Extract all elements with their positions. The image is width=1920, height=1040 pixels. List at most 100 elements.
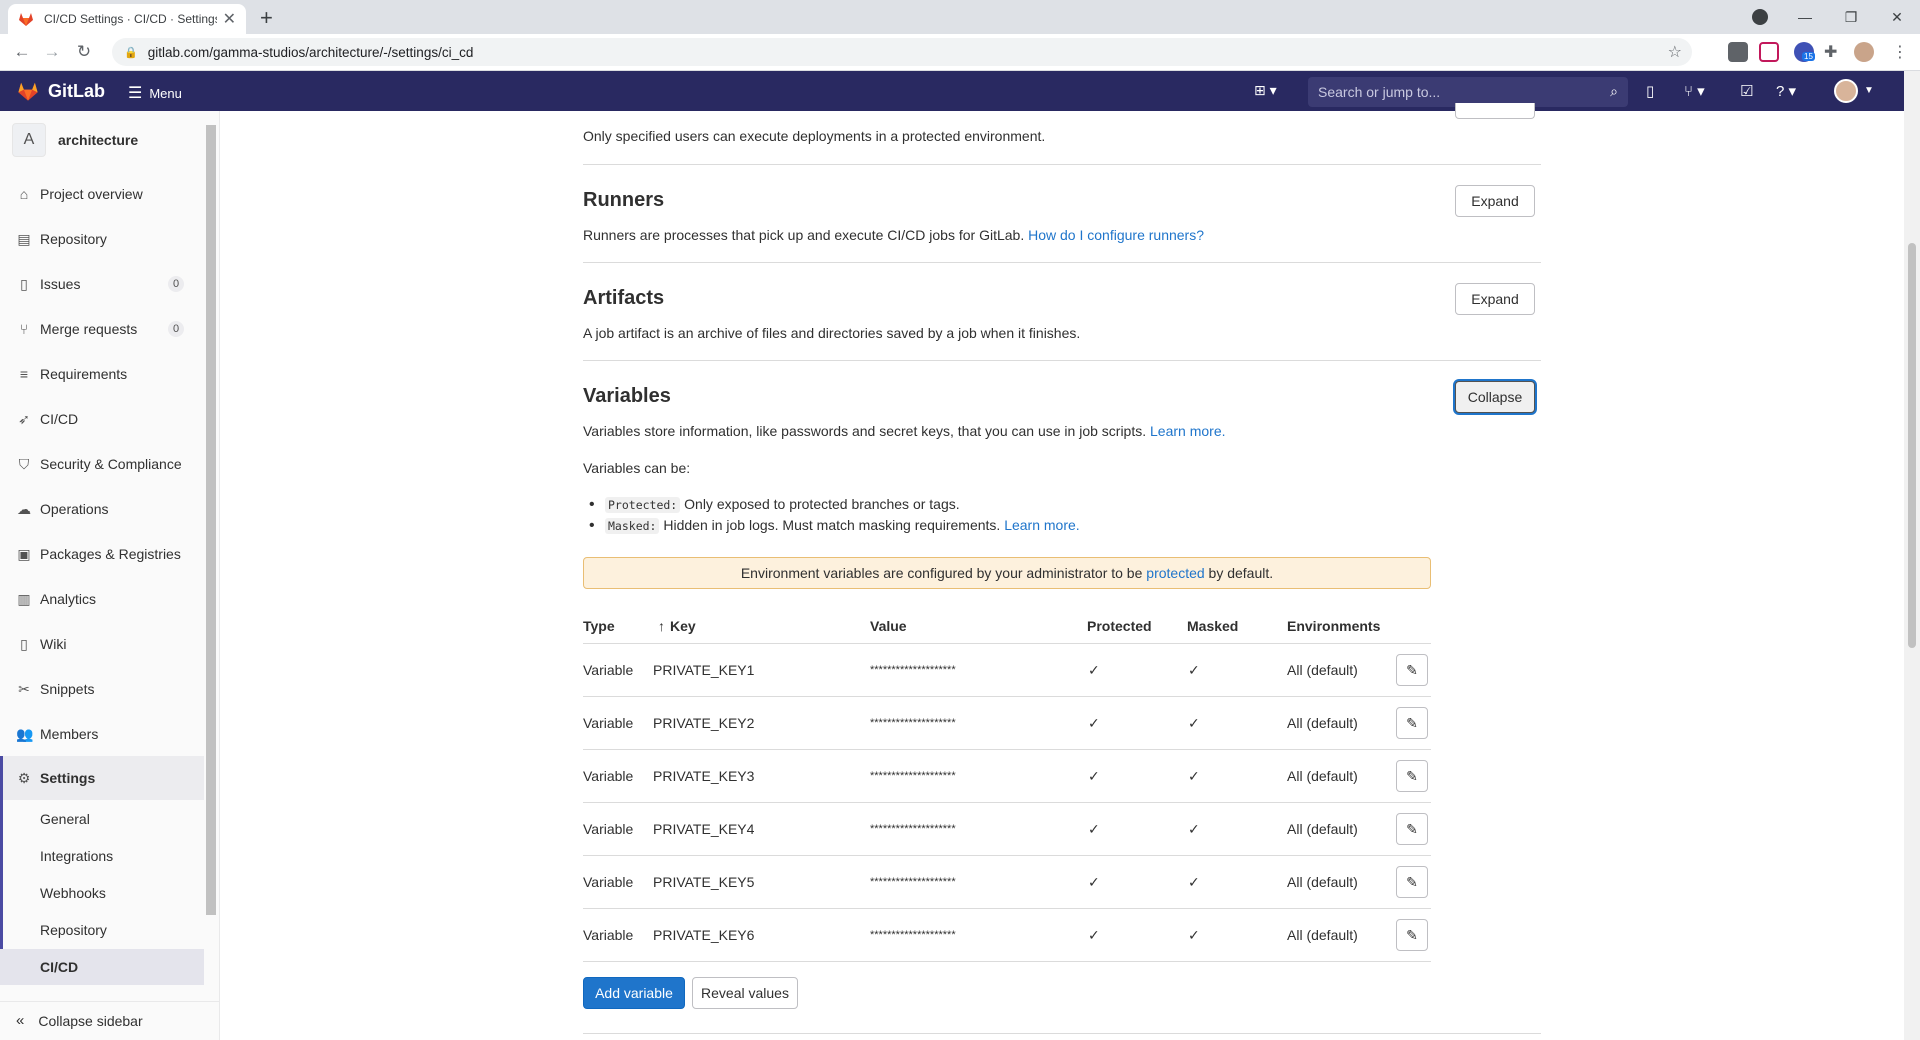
tab-search-icon[interactable] bbox=[1752, 9, 1768, 25]
protected-env-expand-button[interactable] bbox=[1455, 103, 1535, 119]
restore-icon[interactable]: ❐ bbox=[1828, 0, 1874, 34]
sidebar-item-analytics[interactable]: ▥ Analytics bbox=[0, 581, 204, 617]
hamburger-icon: ☰ bbox=[128, 85, 143, 102]
sidebar-subitem-repository[interactable]: Repository bbox=[0, 912, 204, 948]
gitlab-logo[interactable]: GitLab bbox=[16, 80, 105, 102]
sidebar-scrollbar[interactable] bbox=[204, 119, 218, 929]
column-value: Value bbox=[870, 617, 907, 634]
sidebar-item-packages-registries[interactable]: ▣ Packages & Registries bbox=[0, 536, 204, 572]
issues-icon: ▯ bbox=[20, 275, 28, 292]
back-icon[interactable]: ← bbox=[10, 40, 34, 64]
reload-icon[interactable]: ↻ bbox=[72, 40, 96, 64]
edit-variable-button[interactable]: ✎ bbox=[1396, 707, 1428, 739]
address-bar[interactable]: 🔒 gitlab.com/gamma-studios/architecture/… bbox=[112, 38, 1692, 66]
page-scroll-thumb[interactable] bbox=[1908, 243, 1916, 648]
new-tab-icon[interactable]: + bbox=[260, 5, 273, 31]
add-variable-button[interactable]: Add variable bbox=[583, 977, 685, 1009]
row-environment: All (default) bbox=[1287, 927, 1358, 943]
row-type: Variable bbox=[583, 927, 634, 943]
edit-variable-button[interactable]: ✎ bbox=[1396, 919, 1428, 951]
sidebar-item-repository[interactable]: ▤ Repository bbox=[0, 221, 204, 257]
extensions-puzzle-icon[interactable]: ✚ bbox=[1824, 42, 1844, 62]
row-key: PRIVATE_KEY3 bbox=[653, 768, 755, 784]
sidebar-item-wiki[interactable]: ▯ Wiki bbox=[0, 626, 204, 662]
alert-protected-link[interactable]: protected bbox=[1146, 565, 1204, 581]
page-scrollbar[interactable] bbox=[1904, 71, 1920, 1040]
sidebar-item-snippets[interactable]: ✂ Snippets bbox=[0, 671, 204, 707]
edit-variable-button[interactable]: ✎ bbox=[1396, 654, 1428, 686]
sidebar-item-label: Members bbox=[40, 726, 99, 742]
browser-menu-icon[interactable]: ⋮ bbox=[1890, 42, 1910, 62]
todos-icon[interactable]: ☑ bbox=[1740, 82, 1753, 100]
extension-3-icon[interactable]: 15 bbox=[1794, 42, 1815, 62]
sidebar-scroll-thumb[interactable] bbox=[206, 125, 216, 915]
collapse-sidebar-button[interactable]: « Collapse sidebar bbox=[0, 1001, 219, 1039]
merge-request-icon: ⑂ bbox=[19, 321, 29, 337]
sidebar-subitem-general[interactable]: General bbox=[0, 801, 204, 837]
bookmark-star-icon[interactable]: ☆ bbox=[1668, 42, 1682, 62]
edit-variable-button[interactable]: ✎ bbox=[1396, 813, 1428, 845]
sidebar-item-label: Wiki bbox=[40, 636, 67, 652]
extension-badge: 15 bbox=[1802, 52, 1815, 61]
sidebar-item-operations[interactable]: ☁ Operations bbox=[0, 491, 204, 527]
variables-learn-more-link[interactable]: Learn more. bbox=[1150, 423, 1225, 439]
sidebar-item-label: Packages & Registries bbox=[40, 546, 181, 562]
protected-check-icon: ✓ bbox=[1088, 661, 1100, 678]
masked-check-icon: ✓ bbox=[1188, 714, 1200, 731]
sidebar-item-settings[interactable]: ⚙ Settings bbox=[0, 756, 204, 976]
section-divider bbox=[583, 262, 1541, 263]
configure-runners-link[interactable]: How do I configure runners? bbox=[1028, 227, 1204, 243]
profile-avatar[interactable] bbox=[1854, 42, 1874, 62]
help-icon[interactable]: ? ▾ bbox=[1776, 82, 1796, 100]
extension-2-icon[interactable] bbox=[1759, 42, 1779, 62]
minimize-icon[interactable]: — bbox=[1782, 0, 1828, 34]
edit-variable-button[interactable]: ✎ bbox=[1396, 760, 1428, 792]
chevron-down-icon[interactable]: ▼ bbox=[1864, 85, 1874, 96]
row-value: ******************** bbox=[870, 876, 956, 888]
section-divider bbox=[583, 164, 1541, 165]
table-header: Type ↑ Key Value Protected Masked Environ… bbox=[583, 608, 1431, 644]
sidebar-item-label: Security & Compliance bbox=[40, 456, 182, 472]
tab-title: CI/CD Settings · CI/CD · Settings bbox=[44, 12, 217, 26]
runners-expand-button[interactable]: Expand bbox=[1455, 185, 1535, 217]
forward-icon[interactable]: → bbox=[40, 40, 64, 64]
menu-button[interactable]: ☰ Menu bbox=[128, 83, 182, 103]
variables-title: Variables bbox=[583, 385, 671, 407]
user-avatar[interactable] bbox=[1834, 79, 1858, 103]
table-row: Variable PRIVATE_KEY2 ******************… bbox=[583, 697, 1431, 750]
sidebar-item-merge-requests[interactable]: ⑂ Merge requests 0 bbox=[0, 311, 204, 347]
sidebar-item-cicd[interactable]: ➶ CI/CD bbox=[0, 401, 204, 437]
protected-env-description: Only specified users can execute deploym… bbox=[583, 128, 1046, 144]
sidebar-item-security-compliance[interactable]: ⛉ Security & Compliance bbox=[0, 446, 204, 482]
sidebar-item-requirements[interactable]: ≡ Requirements bbox=[0, 356, 204, 392]
sidebar-subitem-label: Repository bbox=[40, 922, 107, 938]
table-row: Variable PRIVATE_KEY4 ******************… bbox=[583, 803, 1431, 856]
variables-collapse-button[interactable]: Collapse bbox=[1455, 381, 1535, 413]
issues-header-icon[interactable]: ▯ bbox=[1646, 82, 1654, 100]
masked-learn-more-link[interactable]: Learn more. bbox=[1004, 517, 1079, 533]
sidebar-project[interactable]: A architecture bbox=[12, 123, 138, 157]
browser-tab[interactable]: CI/CD Settings · CI/CD · Settings ✕ bbox=[8, 4, 246, 34]
sidebar-item-members[interactable]: 👥 Members bbox=[0, 716, 204, 752]
row-value: ******************** bbox=[870, 664, 956, 676]
brand-name: GitLab bbox=[48, 80, 105, 101]
close-tab-icon[interactable]: ✕ bbox=[223, 9, 236, 29]
edit-variable-button[interactable]: ✎ bbox=[1396, 866, 1428, 898]
scissors-icon: ✂ bbox=[18, 680, 30, 697]
sidebar-item-issues[interactable]: ▯ Issues 0 bbox=[0, 266, 204, 302]
pencil-icon: ✎ bbox=[1406, 767, 1418, 784]
sidebar-subitem-integrations[interactable]: Integrations bbox=[0, 838, 204, 874]
row-type: Variable bbox=[583, 715, 634, 731]
masked-check-icon: ✓ bbox=[1188, 926, 1200, 943]
sidebar-item-project-overview[interactable]: ⌂ Project overview bbox=[0, 176, 204, 212]
sidebar-subitem-cicd[interactable]: CI/CD bbox=[0, 949, 204, 985]
sidebar-subitem-webhooks[interactable]: Webhooks bbox=[0, 875, 204, 911]
close-window-icon[interactable]: ✕ bbox=[1874, 0, 1920, 34]
issues-count-badge: 0 bbox=[168, 276, 184, 292]
extension-1-icon[interactable] bbox=[1728, 42, 1748, 62]
artifacts-expand-button[interactable]: Expand bbox=[1455, 283, 1535, 315]
new-dropdown-icon[interactable]: ⊞ ▾ bbox=[1254, 82, 1277, 99]
merge-requests-header-icon[interactable]: ⑂ ▾ bbox=[1684, 82, 1705, 100]
reveal-values-button[interactable]: Reveal values bbox=[692, 977, 798, 1009]
column-key[interactable]: ↑ Key bbox=[658, 608, 696, 643]
